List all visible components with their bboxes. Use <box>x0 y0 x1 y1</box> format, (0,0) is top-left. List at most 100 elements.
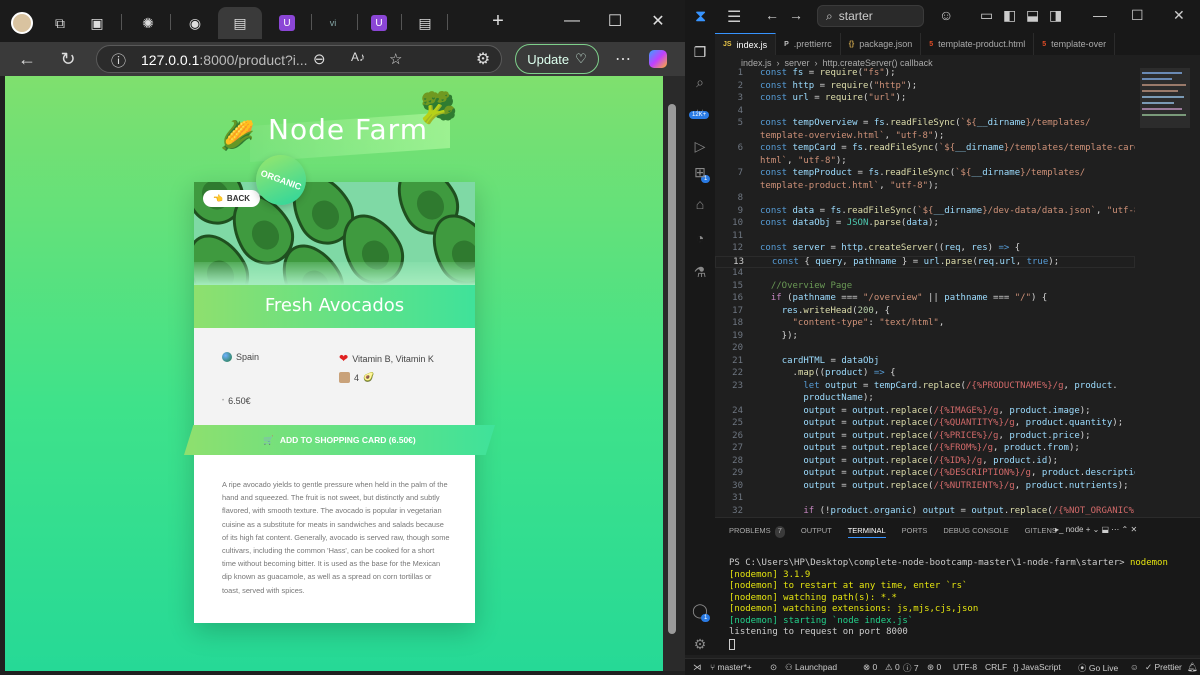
code-line[interactable]: 14 <box>715 268 1135 281</box>
panel-tab-ports[interactable]: PORTS <box>902 526 928 538</box>
breadcrumb-item[interactable]: server <box>785 58 810 68</box>
toggle-sidebar-icon[interactable]: ◧ <box>1003 7 1016 24</box>
code-line[interactable]: 3 const url = require("url"); <box>715 93 1135 106</box>
editor-tab[interactable]: 5 template-over <box>1034 33 1116 55</box>
prettier-status[interactable]: ✓ Prettier <box>1145 662 1182 673</box>
code-line[interactable]: 30 output = output.replace(/{%NUTRIENT%}… <box>715 481 1135 494</box>
language-selector[interactable]: {} JavaScript <box>1013 662 1061 672</box>
ports-indicator[interactable]: ⊛ 0 <box>927 662 941 673</box>
extensions-icon[interactable]: ⚙ <box>470 46 496 72</box>
notifications-icon[interactable]: 🔔︎ <box>1187 662 1198 673</box>
code-line[interactable]: 21 cardHTML = dataObj <box>715 356 1135 369</box>
back-arrow-icon[interactable]: ← <box>14 46 40 72</box>
maximize-button[interactable]: ☐ <box>1131 7 1144 24</box>
run-debug-icon[interactable]: ▷ <box>691 137 709 155</box>
scrollbar-thumb[interactable] <box>668 104 676 634</box>
code-line[interactable]: 28 output = output.replace(/{%ID%}/g, pr… <box>715 456 1135 469</box>
command-search[interactable]: ⌕ starter <box>817 5 924 27</box>
tab-github[interactable]: ◉ <box>180 7 210 39</box>
terminal-selector[interactable]: ▸_ node + ⌄ ⬓ ⋯ ⌃ ✕ <box>1055 525 1137 534</box>
tab-chatgpt[interactable]: ✺ <box>133 7 163 39</box>
remote-indicator-icon[interactable]: ⋊ <box>693 662 702 673</box>
tab-page-2[interactable]: ▤ <box>410 7 440 39</box>
read-aloud-icon[interactable]: A♪ <box>351 50 365 64</box>
code-line[interactable]: 1 const fs = require("fs"); <box>715 68 1135 81</box>
close-button[interactable]: ✕ <box>1173 7 1185 24</box>
copilot-status-icon[interactable]: ☺ <box>1130 662 1139 672</box>
breadcrumb-item[interactable]: http.createServer() callback <box>823 58 933 68</box>
code-line[interactable]: 18 "content-type": "text/html", <box>715 318 1135 331</box>
branch-indicator[interactable]: ⑂ master*+ <box>710 662 752 672</box>
tab-udemy-2[interactable]: U <box>364 7 394 39</box>
sync-icon[interactable]: ⊙ <box>770 662 777 673</box>
encoding-selector[interactable]: UTF-8 <box>953 662 977 672</box>
code-line[interactable]: 16 if (pathname === "/overview" || pathn… <box>715 293 1135 306</box>
explorer-icon[interactable]: ❐ <box>691 43 709 61</box>
code-line[interactable]: 17 res.writeHead(200, { <box>715 306 1135 319</box>
code-line[interactable]: 20 <box>715 343 1135 356</box>
code-line[interactable]: 32 if (!product.organic) output = output… <box>715 506 1135 517</box>
more-menu-icon[interactable]: ⋯ <box>610 46 636 72</box>
tab-workspaces[interactable]: ⧉ <box>45 7 75 39</box>
panel-tab-terminal[interactable]: TERMINAL <box>847 526 886 538</box>
panel-tab-output[interactable]: OUTPUT <box>801 526 832 538</box>
minimap[interactable] <box>1140 68 1190 516</box>
editor-tab[interactable]: P .prettierrc <box>776 33 841 55</box>
editor-tab[interactable]: {} package.json <box>841 33 922 55</box>
maximize-button[interactable]: ☐ <box>601 8 629 34</box>
editor-tab[interactable]: JS index.js <box>715 33 777 55</box>
favorite-star-icon[interactable]: ☆ <box>389 50 402 68</box>
gitlens-icon[interactable]: ◔ <box>691 229 709 247</box>
reload-icon[interactable]: ↻ <box>55 46 81 72</box>
errors-count[interactable]: ⊗ 0 <box>863 662 877 673</box>
code-line[interactable]: productName); <box>715 393 1135 406</box>
close-button[interactable]: ✕ <box>644 8 672 34</box>
code-line[interactable]: template-product.html`, "utf-8"); <box>715 181 1135 194</box>
code-line[interactable]: 27 output = output.replace(/{%FROM%}/g, … <box>715 443 1135 456</box>
code-line[interactable]: 7 const tempProduct = fs.readFileSync(`${… <box>715 168 1135 181</box>
copilot-icon[interactable]: ☺ <box>939 7 953 23</box>
page-scrollbar[interactable] <box>663 76 685 671</box>
code-line[interactable]: 26 output = output.replace(/{%PRICE%}/g,… <box>715 431 1135 444</box>
launchpad-button[interactable]: ⚇ Launchpad <box>785 662 837 673</box>
code-line[interactable]: 22 .map((product) => { <box>715 368 1135 381</box>
panel-tab-problems[interactable]: PROBLEMS <box>729 526 771 538</box>
panel-tab-gitlens[interactable]: GITLENS <box>1025 526 1057 538</box>
settings-gear-icon[interactable]: ⚙ <box>691 635 709 653</box>
code-line[interactable]: 8 <box>715 193 1135 206</box>
info-icon[interactable]: ⓘ <box>111 50 126 71</box>
tab-active-page[interactable]: ▤ <box>218 7 262 39</box>
copilot-icon[interactable] <box>645 46 671 72</box>
minimize-button[interactable]: — <box>1093 7 1107 23</box>
zoom-icon[interactable]: ⊖ <box>313 50 326 68</box>
code-editor[interactable]: 1 const fs = require("fs"); 2 const http = … <box>715 68 1135 516</box>
profile-avatar[interactable] <box>6 7 38 39</box>
code-line[interactable]: 31 <box>715 493 1135 506</box>
minimize-button[interactable]: — <box>558 8 586 34</box>
code-line[interactable]: 12 const server = http.createServer((req,… <box>715 243 1135 256</box>
code-line[interactable]: 10 const dataObj = JSON.parse(data); <box>715 218 1135 231</box>
extensions-icon[interactable]: ⊞ <box>691 163 709 181</box>
warnings-count[interactable]: ⚠ 0 <box>885 662 900 673</box>
code-line[interactable]: 6 const tempCard = fs.readFileSync(`${__d… <box>715 143 1135 156</box>
code-line[interactable]: html`, "utf-8"); <box>715 156 1135 169</box>
menu-icon[interactable]: ☰ <box>727 7 741 27</box>
code-line[interactable]: 9 const data = fs.readFileSync(`${__dirna… <box>715 206 1135 219</box>
code-line[interactable]: 24 output = output.replace(/{%IMAGE%}/g,… <box>715 406 1135 419</box>
remote-icon[interactable]: ⌂ <box>691 195 709 213</box>
code-line[interactable]: 23 let output = tempCard.replace(/{%PROD… <box>715 381 1135 394</box>
code-line[interactable]: 29 output = output.replace(/{%DESCRIPTIO… <box>715 468 1135 481</box>
testing-icon[interactable]: ⚗ <box>691 263 709 281</box>
terminal-output[interactable]: PS C:\Users\HP\Desktop\complete-node-boo… <box>729 558 1168 654</box>
search-icon[interactable]: ⌕ <box>691 73 709 91</box>
layout-panel-icon[interactable]: ▭ <box>980 7 993 24</box>
code-line[interactable]: 25 output = output.replace(/{%QUANTITY%}… <box>715 418 1135 431</box>
code-line[interactable]: 11 <box>715 231 1135 244</box>
info-count[interactable]: ⓘ 7 <box>903 662 919 674</box>
code-line[interactable]: 13 const { query, pathname } = url.parse… <box>715 255 1135 268</box>
nav-forward-icon[interactable]: → <box>789 7 803 23</box>
add-to-cart-button[interactable]: 🛒 ADD TO SHOPPING CARD (6.50€) <box>184 425 495 455</box>
code-line[interactable]: template-overview.html`, "utf-8"); <box>715 131 1135 144</box>
toggle-panel-icon[interactable]: ⬓ <box>1026 7 1039 24</box>
nav-back-icon[interactable]: ← <box>765 7 779 23</box>
